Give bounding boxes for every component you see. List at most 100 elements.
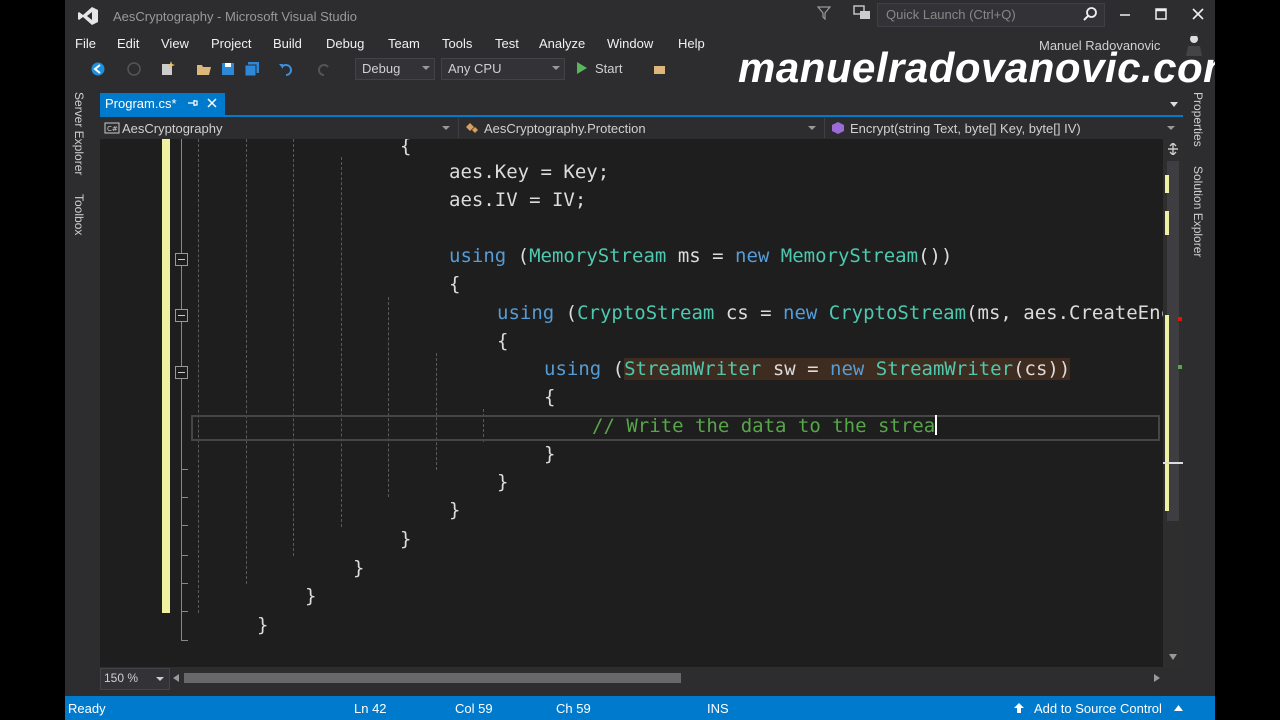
code-token-highlighted: (cs)) xyxy=(1013,358,1071,380)
member-dropdown[interactable]: Encrypt(string Text, byte[] Key, byte[] … xyxy=(826,118,1183,138)
svg-text:C#: C# xyxy=(107,125,118,133)
save-all-icon[interactable] xyxy=(243,60,261,78)
vertical-scrollbar[interactable] xyxy=(1163,139,1183,667)
unsaved-changes-bar xyxy=(162,139,170,613)
pin-icon[interactable] xyxy=(186,97,198,109)
zoom-select[interactable]: 150 % xyxy=(100,668,170,690)
indent-guide xyxy=(198,139,199,613)
solution-platform-select[interactable]: Any CPU xyxy=(441,58,565,80)
code-token: cs = xyxy=(714,302,784,324)
zoom-value: 150 % xyxy=(104,671,139,685)
menu-team[interactable]: Team xyxy=(388,36,420,51)
code-token: { xyxy=(497,330,509,352)
arrow-up-icon[interactable] xyxy=(1013,702,1025,714)
collapse-icon[interactable] xyxy=(175,366,188,379)
add-to-source-control-button[interactable]: Add to Source Control xyxy=(1034,701,1162,716)
menu-window[interactable]: Window xyxy=(607,36,653,51)
properties-tab[interactable]: Properties xyxy=(1191,92,1205,147)
start-label: Start xyxy=(595,61,623,76)
menu-edit[interactable]: Edit xyxy=(117,36,139,51)
keyword-token: using xyxy=(449,245,507,267)
chevron-down-icon xyxy=(552,66,560,70)
method-icon xyxy=(832,122,844,134)
menu-debug[interactable]: Debug xyxy=(326,36,364,51)
code-line: } xyxy=(353,557,364,579)
outline-end-tick xyxy=(181,583,188,584)
chevron-down-icon xyxy=(422,66,430,70)
visual-studio-window: AesCryptography - Microsoft Visual Studi… xyxy=(65,0,1215,720)
find-marker xyxy=(1178,365,1182,369)
navigate-back-icon[interactable] xyxy=(89,60,107,78)
class-icon xyxy=(466,123,478,133)
caret-position-marker xyxy=(1163,462,1183,464)
menu-build[interactable]: Build xyxy=(273,36,302,51)
close-tab-icon[interactable] xyxy=(206,97,218,109)
scroll-down-icon[interactable] xyxy=(1168,653,1178,661)
feedback-person-icon[interactable] xyxy=(853,5,871,21)
project-dropdown[interactable]: C# AesCryptography xyxy=(100,118,459,138)
undo-icon[interactable] xyxy=(277,60,295,78)
code-line: aes.IV = IV; xyxy=(449,189,586,211)
type-token-highlighted: StreamWriter xyxy=(624,358,762,380)
search-icon xyxy=(1083,7,1097,21)
split-editor-icon[interactable] xyxy=(1167,143,1179,155)
solution-configuration-select[interactable]: Debug xyxy=(355,58,435,80)
tool-icon[interactable] xyxy=(651,60,669,78)
menu-tools[interactable]: Tools xyxy=(442,36,472,51)
line-number: Ln 42 xyxy=(354,701,387,716)
indent-guide xyxy=(341,157,342,527)
menu-test[interactable]: Test xyxy=(495,36,519,51)
menu-help[interactable]: Help xyxy=(678,36,705,51)
menu-project[interactable]: Project xyxy=(211,36,251,51)
code-line: } xyxy=(257,614,268,636)
new-project-icon[interactable] xyxy=(159,60,177,78)
code-token: ( xyxy=(554,302,578,324)
code-editor[interactable]: { aes.Key = Key; aes.IV = IV; using (Mem… xyxy=(100,139,1163,667)
outline-end-tick xyxy=(181,497,188,498)
solution-explorer-tab[interactable]: Solution Explorer xyxy=(1191,166,1205,257)
menu-analyze[interactable]: Analyze xyxy=(539,36,585,51)
right-letterbox xyxy=(1215,0,1280,720)
horizontal-scrollbar-thumb[interactable] xyxy=(184,673,681,683)
save-icon[interactable] xyxy=(219,60,237,78)
code-line: using (StreamWriter sw = new StreamWrite… xyxy=(544,358,1071,380)
scroll-right-icon[interactable] xyxy=(1153,673,1161,683)
close-icon[interactable] xyxy=(1186,4,1210,24)
char-number: Ch 59 xyxy=(556,701,591,716)
tab-program-cs[interactable]: Program.cs* xyxy=(100,93,225,115)
menu-file[interactable]: File xyxy=(75,36,96,51)
code-line: } xyxy=(400,528,411,550)
menu-view[interactable]: View xyxy=(161,36,189,51)
keyword-token-highlighted: new xyxy=(830,358,865,380)
code-line: { xyxy=(400,139,411,157)
type-dropdown[interactable]: AesCryptography.Protection xyxy=(460,118,825,138)
maximize-icon[interactable] xyxy=(1149,4,1173,24)
keyword-token: new xyxy=(783,302,818,324)
code-token: } xyxy=(400,528,412,550)
code-token: ms = xyxy=(666,245,736,267)
navigate-forward-icon[interactable] xyxy=(125,60,143,78)
toolbox-tab[interactable]: Toolbox xyxy=(72,194,86,235)
quick-launch-input[interactable]: Quick Launch (Ctrl+Q) xyxy=(877,3,1105,27)
collapse-icon[interactable] xyxy=(175,253,188,266)
minimize-icon[interactable] xyxy=(1113,4,1137,24)
collapse-icon[interactable] xyxy=(175,309,188,322)
code-token: aes.IV = IV; xyxy=(449,189,587,211)
code-token: ( xyxy=(506,245,530,267)
server-explorer-tab[interactable]: Server Explorer xyxy=(72,92,86,175)
scroll-left-icon[interactable] xyxy=(172,673,180,683)
chevron-down-icon xyxy=(1167,126,1175,130)
chevron-down-icon xyxy=(442,126,450,130)
open-file-icon[interactable] xyxy=(195,60,213,78)
redo-icon[interactable] xyxy=(315,60,333,78)
tab-list-dropdown-icon[interactable] xyxy=(1169,100,1179,108)
chevron-up-icon[interactable] xyxy=(1174,705,1183,711)
notifications-filter-icon[interactable] xyxy=(817,6,831,20)
code-token: ( xyxy=(601,358,625,380)
code-token-highlighted: sw = xyxy=(761,358,831,380)
column-number: Col 59 xyxy=(455,701,493,716)
watermark-text: manuelradovanovic.com xyxy=(738,44,1215,91)
navigation-bar: C# AesCryptography AesCryptography.Prote… xyxy=(100,117,1183,139)
visual-studio-logo-icon xyxy=(78,7,98,25)
